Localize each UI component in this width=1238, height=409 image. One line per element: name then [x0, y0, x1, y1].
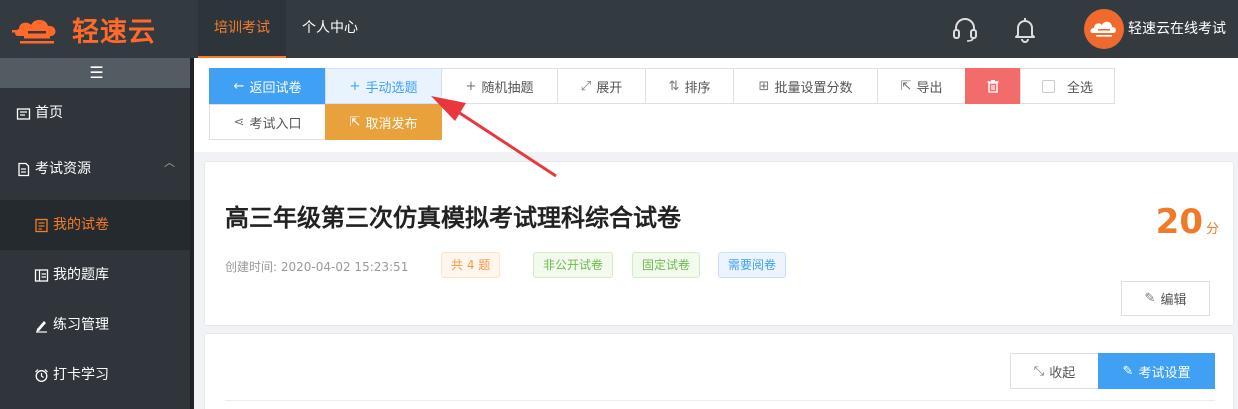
sidebar-item-label: 考试资源: [35, 161, 91, 177]
share-icon: ⋖: [233, 114, 245, 130]
home-icon: [16, 106, 31, 121]
top-bar: 轻速云 培训考试 个人中心 轻速云在线考试: [0, 0, 1238, 58]
fixed-paper-badge: 固定试卷: [632, 252, 701, 278]
back-to-papers-button[interactable]: ← 返回试卷: [209, 68, 326, 104]
document-icon: [16, 162, 31, 177]
sidebar-item-label: 练习管理: [53, 317, 109, 333]
sidebar: ☰ 首页 考试资源 ︿ 我的试卷 我的题库 练习管理 打卡学习: [0, 58, 193, 409]
exam-info-panel: 高三年级第三次仿真模拟考试理科综合试卷 20 分 创建时间: 2020-04-02…: [204, 161, 1234, 326]
sidebar-item-question-bank[interactable]: 我的题库: [0, 250, 193, 300]
unpublish-icon: ⇱: [349, 114, 361, 130]
brand-name: 轻速云: [72, 16, 156, 48]
batch-edit-icon: ⊞: [758, 78, 770, 94]
collapse-button[interactable]: ⤡ 收起: [1010, 353, 1099, 389]
created-time: 创建时间: 2020-04-02 15:23:51: [225, 260, 409, 274]
sidebar-item-my-papers[interactable]: 我的试卷: [0, 200, 193, 250]
edit-button[interactable]: ✎ 编辑: [1121, 281, 1210, 316]
exam-settings-button[interactable]: ✎ 考试设置: [1098, 353, 1215, 389]
private-paper-badge: 非公开试卷: [533, 252, 614, 278]
sidebar-item-label: 打卡学习: [53, 367, 109, 383]
arrow-left-icon: ←: [233, 78, 245, 94]
paper-icon: [34, 218, 49, 233]
plus-icon: +: [465, 78, 477, 94]
unpublish-button[interactable]: ⇱ 取消发布: [325, 104, 442, 140]
divider: [225, 400, 1215, 401]
trash-icon: [987, 80, 999, 93]
sort-icon: ⇅: [668, 78, 680, 94]
plus-icon: +: [349, 78, 361, 94]
batch-set-score-button[interactable]: ⊞ 批量设置分数: [733, 68, 878, 104]
delete-button[interactable]: [965, 68, 1021, 104]
export-icon: ⇱: [900, 78, 912, 94]
sidebar-item-checkin-study[interactable]: 打卡学习: [0, 350, 193, 400]
sidebar-item-home[interactable]: 首页: [0, 88, 193, 138]
topnav-training-exam[interactable]: 培训考试: [198, 0, 286, 58]
pen-icon: [34, 318, 49, 333]
question-count-badge: 共 4 题: [441, 252, 501, 278]
random-select-button[interactable]: + 随机抽题: [441, 68, 558, 104]
checkbox-icon: [1041, 79, 1055, 93]
exam-total-score: 20 分: [1155, 202, 1219, 242]
sidebar-item-label: 我的题库: [53, 267, 109, 283]
expand-icon: ⤢: [580, 78, 592, 94]
username[interactable]: 轻速云在线考试: [1128, 0, 1226, 58]
top-nav: 培训考试 个人中心: [198, 0, 374, 58]
sort-button[interactable]: ⇅ 排序: [645, 68, 734, 104]
exam-entry-button[interactable]: ⋖ 考试入口: [209, 104, 326, 140]
topnav-personal-center[interactable]: 个人中心: [286, 0, 374, 58]
bell-icon[interactable]: [1011, 15, 1039, 43]
alarm-icon: [34, 368, 49, 383]
sidebar-item-label: 首页: [35, 105, 63, 121]
expand-button[interactable]: ⤢ 展开: [557, 68, 646, 104]
cloud-logo-icon: [12, 19, 56, 44]
settings-edit-icon: ✎: [1122, 363, 1134, 379]
sidebar-item-label: 我的试卷: [53, 217, 109, 233]
brand-logo[interactable]: 轻速云: [12, 9, 182, 49]
sidebar-item-practice-management[interactable]: 练习管理: [0, 300, 193, 350]
avatar[interactable]: [1084, 9, 1124, 49]
export-button[interactable]: ⇱ 导出: [877, 68, 966, 104]
manual-select-button[interactable]: + 手动选题: [325, 68, 442, 104]
toolbar: ← 返回试卷 + 手动选题 + 随机抽题 ⤢ 展开 ⇅ 排序 ⊞ 批量设置分数 …: [194, 58, 1238, 152]
pencil-icon: ✎: [1144, 291, 1156, 306]
sidebar-toggle-menu-icon[interactable]: ☰: [0, 58, 193, 88]
cloud-avatar-icon: [1090, 21, 1116, 37]
headset-icon[interactable]: [951, 15, 979, 43]
question-list-panel: ⤡ 收起 ✎ 考试设置: [204, 333, 1234, 409]
collapse-icon: ⤡: [1033, 363, 1045, 379]
chevron-up-icon: ︿: [164, 156, 175, 169]
needs-grading-badge: 需要阅卷: [718, 252, 787, 278]
exam-title: 高三年级第三次仿真模拟考试理科综合试卷: [225, 204, 681, 232]
select-all-checkbox[interactable]: 全选: [1020, 68, 1115, 104]
question-bank-icon: [34, 268, 49, 283]
sidebar-item-exam-resources[interactable]: 考试资源 ︿: [0, 138, 193, 200]
